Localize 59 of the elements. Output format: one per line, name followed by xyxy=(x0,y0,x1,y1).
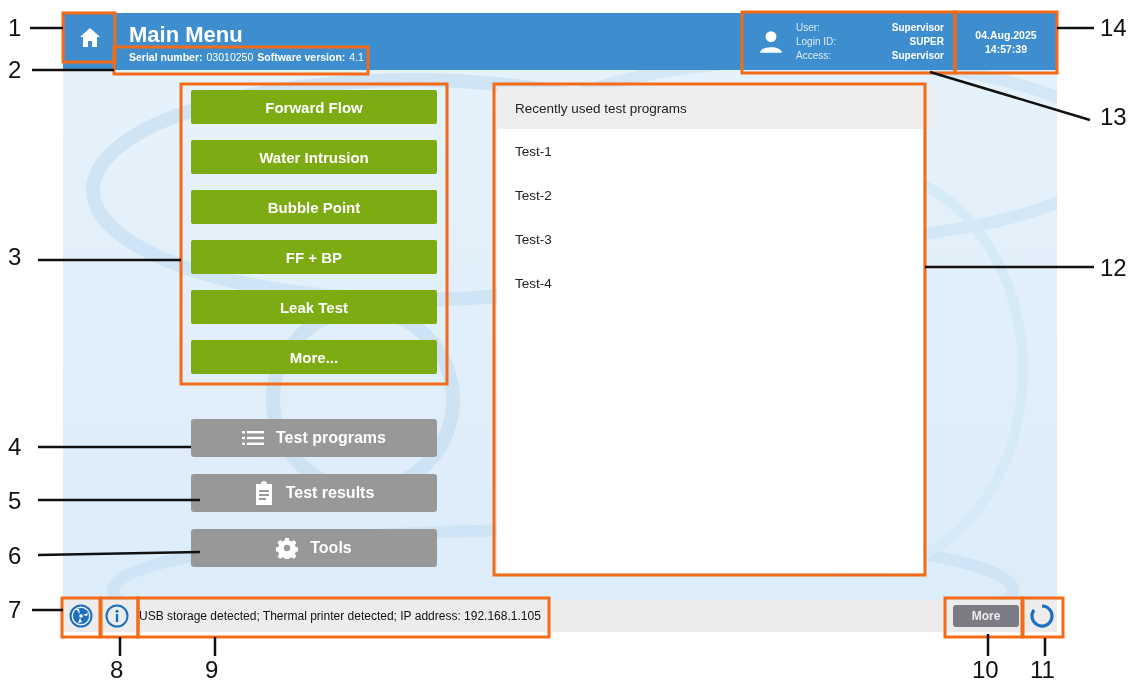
leader-line xyxy=(118,637,122,656)
callout-number: 1 xyxy=(8,14,22,42)
leader-line xyxy=(30,26,63,30)
callout-number: 14 xyxy=(1100,14,1127,42)
program-list-item[interactable]: Test-3 xyxy=(497,217,923,261)
test-type-button[interactable]: FF + BP xyxy=(191,240,437,274)
callout-number: 10 xyxy=(972,656,999,683)
user-field-label: Login ID: xyxy=(796,34,837,49)
user-field-value: Supervisor xyxy=(891,20,944,35)
time-text: 14:57:39 xyxy=(985,41,1027,56)
user-field-label: User: xyxy=(796,20,820,35)
leader-line xyxy=(1057,26,1094,30)
menu-button[interactable]: Tools xyxy=(191,529,437,567)
user-field-label: Access: xyxy=(796,48,831,63)
callout-number: 3 xyxy=(8,243,22,271)
callout-number: 7 xyxy=(8,596,22,624)
info-icon[interactable] xyxy=(105,604,129,628)
list-icon xyxy=(242,430,264,446)
leader-line xyxy=(213,637,217,656)
network-icon[interactable] xyxy=(69,604,93,628)
user-field-value: Supervisor xyxy=(891,48,944,63)
callout-number: 9 xyxy=(205,656,219,683)
software-version: 4.1 xyxy=(349,51,364,63)
test-type-button[interactable]: Bubble Point xyxy=(191,190,437,224)
menu-button[interactable]: Test programs xyxy=(191,419,437,457)
highlight-frame xyxy=(60,596,102,639)
test-type-button[interactable]: Water Intrusion xyxy=(191,140,437,174)
callout-number: 13 xyxy=(1100,103,1127,131)
test-type-button[interactable]: Forward Flow xyxy=(191,90,437,124)
callout-number: 5 xyxy=(8,487,22,515)
test-type-button[interactable]: More... xyxy=(191,340,437,374)
settings-icon xyxy=(276,537,299,559)
leader-line xyxy=(1043,638,1047,656)
serial-label: Serial number: xyxy=(129,51,203,63)
screen-title: Main Menu xyxy=(129,22,244,48)
test-type-button[interactable]: Leak Test xyxy=(191,290,437,324)
date-text: 04.Aug.2025 xyxy=(975,27,1037,42)
program-list-item[interactable]: Test-4 xyxy=(497,261,923,305)
leader-line xyxy=(32,608,63,612)
callout-number: 4 xyxy=(8,433,22,461)
leader-line xyxy=(986,634,990,656)
callout-number: 12 xyxy=(1100,254,1127,282)
user-field-value: SUPER xyxy=(909,34,944,49)
clipboard-icon xyxy=(253,481,274,505)
callout-number: 11 xyxy=(1030,656,1055,683)
version-label: Software version: xyxy=(257,51,346,63)
serial-number: 03010250 xyxy=(206,51,254,63)
spinner-icon xyxy=(1029,603,1055,629)
program-list-item[interactable]: Test-2 xyxy=(497,173,923,217)
callout-number: 2 xyxy=(8,56,22,84)
home-icon xyxy=(78,26,102,50)
menu-button[interactable]: Test results xyxy=(191,474,437,512)
more-button[interactable]: More xyxy=(953,605,1019,627)
panel-heading: Recently used test programs xyxy=(497,87,933,129)
program-list-item[interactable]: Test-1 xyxy=(497,129,923,173)
status-message: USB storage detected; Thermal printer detected; IP address: 192.168.1.105 xyxy=(139,609,542,623)
callout-number: 8 xyxy=(110,656,124,683)
user-icon xyxy=(758,28,784,55)
callout-number: 6 xyxy=(8,542,22,570)
